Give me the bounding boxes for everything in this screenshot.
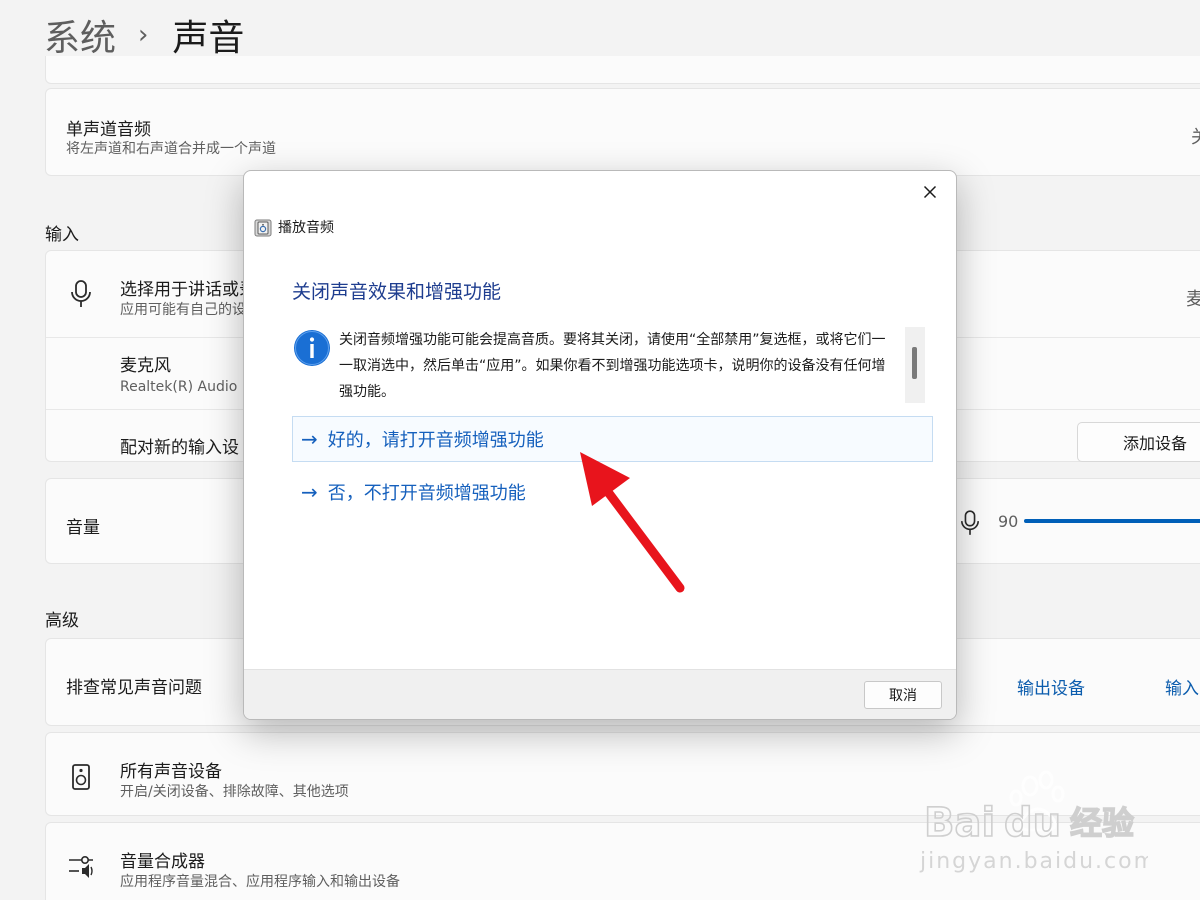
scrollbar-thumb[interactable] — [912, 347, 917, 379]
mono-audio-toggle-state[interactable]: 关 — [1191, 123, 1200, 149]
cancel-button[interactable]: 取消 — [864, 681, 942, 709]
mono-audio-description: 将左声道和右声道合并成一个声道 — [66, 141, 276, 157]
dialog-heading: 关闭声音效果和增强功能 — [292, 281, 502, 303]
dialog-close-button[interactable] — [914, 177, 946, 209]
microphone-icon — [960, 509, 980, 541]
section-input-label: 输入 — [45, 225, 79, 245]
arrow-right-icon: → — [301, 427, 318, 451]
microphone-device-description: Realtek(R) Audio — [120, 379, 238, 395]
all-sound-devices-description: 开启/关闭设备、排除故障、其他选项 — [120, 784, 349, 800]
pair-new-input-title: 配对新的输入设 — [120, 438, 239, 458]
svg-text:du: du — [1004, 800, 1061, 846]
volume-mixer-icon — [67, 853, 97, 883]
dialog-footer: 取消 — [244, 669, 956, 719]
all-sound-devices-title: 所有声音设备 — [120, 762, 222, 782]
choose-input-device-description: 应用可能有自己的设 — [120, 302, 246, 318]
svg-text:jingyan.baidu.com: jingyan.baidu.com — [919, 849, 1148, 874]
breadcrumb-separator: › — [138, 20, 149, 50]
svg-text:经验: 经验 — [1070, 804, 1134, 842]
speaker-device-icon — [71, 763, 91, 795]
baidu-jingyan-watermark-icon: Bai du 经验 jingyan.baidu.com — [919, 770, 1148, 874]
mono-audio-card[interactable]: 单声道音频 将左声道和右声道合并成一个声道 关 — [45, 88, 1200, 176]
troubleshoot-input-link[interactable]: 输入 — [1165, 674, 1199, 699]
svg-text:Bai: Bai — [924, 800, 995, 846]
volume-slider[interactable] — [1024, 519, 1200, 523]
breadcrumb-parent-system[interactable]: 系统 — [44, 9, 116, 61]
input-device-dropdown[interactable]: 麦 — [1186, 285, 1200, 311]
volume-value: 90 — [998, 512, 1019, 531]
close-icon — [923, 185, 937, 202]
annotation-arrow-icon — [580, 452, 685, 593]
page-title: 声音 — [172, 18, 245, 59]
speaker-app-icon — [254, 219, 272, 237]
volume-title: 音量 — [66, 518, 100, 538]
add-device-button[interactable]: 添加设备 — [1077, 422, 1200, 462]
dialog-info-text: 关闭音频增强功能可能会提高音质。要将其关闭，请使用“全部禁用”复选框，或将它们一… — [339, 332, 886, 400]
breadcrumb: 系统 › 声音 — [44, 10, 244, 60]
section-advanced-label: 高级 — [45, 611, 79, 631]
troubleshoot-output-link[interactable]: 输出设备 — [1017, 674, 1085, 699]
arrow-right-icon: → — [301, 480, 318, 504]
microphone-icon — [70, 279, 92, 313]
info-icon — [293, 329, 331, 367]
mono-audio-title: 单声道音频 — [66, 120, 151, 140]
troubleshoot-title: 排查常见声音问题 — [66, 678, 202, 698]
previous-settings-card — [45, 56, 1200, 84]
dialog-text-scrollbar[interactable] — [905, 327, 925, 403]
dialog-app-title: 播放音频 — [278, 220, 334, 236]
enable-enhancements-label: 好的，请打开音频增强功能 — [327, 430, 544, 451]
keep-enhancements-off-label: 否，不打开音频增强功能 — [327, 483, 526, 504]
volume-mixer-description: 应用程序音量混合、应用程序输入和输出设备 — [120, 874, 400, 890]
microphone-device-title[interactable]: 麦克风 — [120, 351, 171, 376]
volume-mixer-title: 音量合成器 — [120, 852, 205, 872]
